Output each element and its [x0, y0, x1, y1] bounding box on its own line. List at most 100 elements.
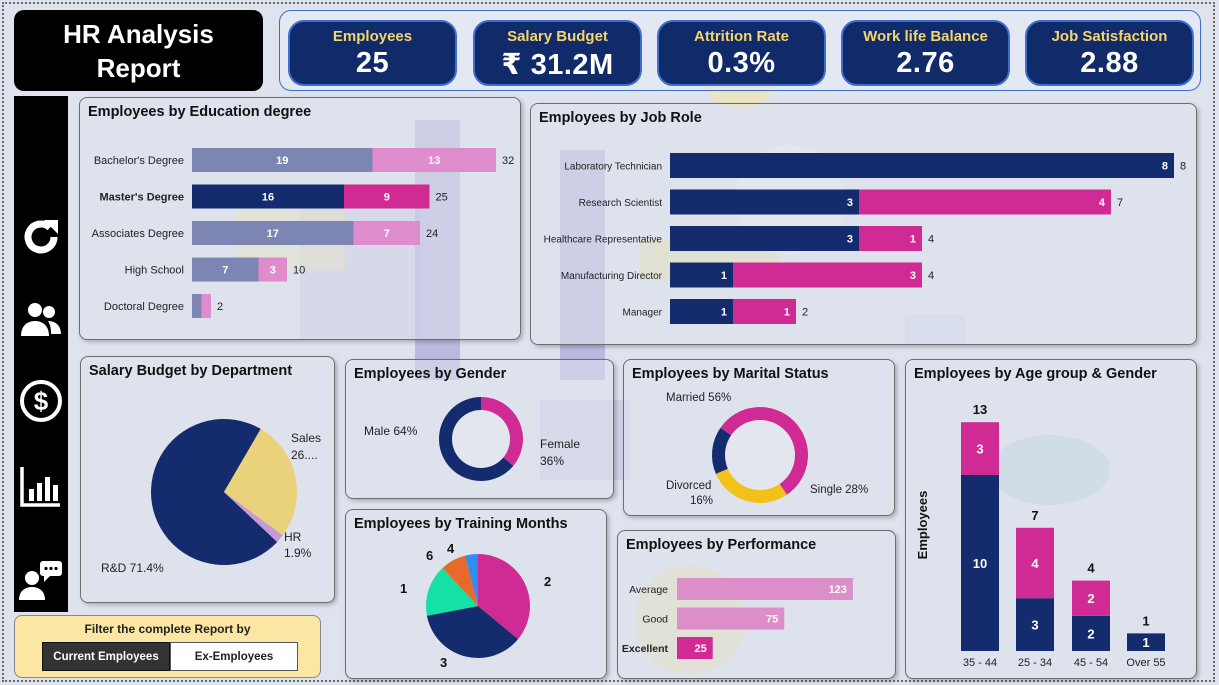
- total-label: 4: [928, 234, 934, 246]
- data-label: 25: [695, 643, 707, 655]
- panel-education: Employees by Education degree Bachelor's…: [79, 97, 521, 340]
- total-label: 2: [217, 301, 223, 313]
- pie-label-sales-value: 26....: [291, 448, 318, 462]
- data-label: 7: [384, 228, 390, 240]
- pie-label-hr: HR: [284, 530, 302, 544]
- pie-label-hr-value: 1.9%: [284, 546, 312, 560]
- category-label: Research Scientist: [579, 198, 663, 209]
- total-label: 4: [928, 270, 934, 282]
- panel-department: Salary Budget by Department R&D 71.4% Sal…: [80, 356, 335, 603]
- total-label: 7: [1117, 197, 1123, 209]
- kpi-label: Salary Budget: [507, 28, 608, 45]
- bar-chart-icon[interactable]: [18, 463, 64, 509]
- panel-training-months: Employees by Training Months 23164: [345, 509, 607, 679]
- svg-text:$: $: [34, 386, 49, 416]
- data-label: 3: [847, 234, 853, 246]
- category-label: High School: [125, 265, 184, 277]
- pie-label-rnd: R&D 71.4%: [101, 561, 164, 575]
- age-group-chart: Employees 10 3 13 35 - 44 3 4 7 25 - 34 2 2 4 45 - 5…: [915, 402, 1166, 669]
- bar-segment-series-a: [670, 189, 859, 215]
- data-label: 1: [784, 307, 790, 319]
- bar-segment-series-a: [192, 294, 202, 318]
- category-label: Bachelor's Degree: [94, 155, 184, 167]
- donut-hole: [725, 420, 795, 490]
- report-title-line1: HR Analysis: [63, 18, 214, 49]
- data-label: 10: [973, 556, 987, 571]
- bar: [677, 578, 853, 600]
- report-title: HR Analysis Report: [14, 10, 263, 91]
- education-chart: Bachelor's Degree 19 13 32Master's Degree 16…: [92, 148, 514, 318]
- data-label: 3: [976, 442, 983, 457]
- kpi-value: 25: [355, 47, 390, 79]
- user-chat-icon[interactable]: [18, 558, 64, 604]
- x-tick-label: 35 - 44: [963, 657, 997, 669]
- filter-ex-employees-button[interactable]: Ex-Employees: [170, 642, 298, 671]
- panel-performance: Employees by Performance Average 123 Good 7…: [617, 530, 896, 679]
- donut-label-single: Single 28%: [810, 484, 868, 496]
- data-label: 1: [910, 234, 916, 246]
- refresh-icon[interactable]: [18, 214, 64, 260]
- donut-label-married: Married 56%: [666, 392, 731, 404]
- data-label: 2: [1087, 626, 1094, 641]
- pie-label: 6: [426, 548, 433, 563]
- total-label: 32: [502, 155, 514, 167]
- category-label: Associates Degree: [92, 228, 184, 240]
- sidebar-nav: $: [14, 96, 68, 612]
- kpi-strip: Employees 25 Salary Budget ₹ 31.2M Attri…: [279, 10, 1201, 91]
- kpi-label: Attrition Rate: [694, 28, 789, 45]
- data-label: 16: [262, 192, 274, 204]
- data-label: 9: [384, 192, 390, 204]
- category-label: Manufacturing Director: [561, 271, 663, 282]
- people-icon[interactable]: [18, 296, 64, 342]
- data-label: 7: [222, 265, 228, 277]
- filter-current-employees-button[interactable]: Current Employees: [42, 642, 170, 671]
- panel-age-group: Employees by Age group & Gender Employee…: [905, 359, 1197, 679]
- data-label: 1: [721, 307, 727, 319]
- x-tick-label: 25 - 34: [1018, 657, 1052, 669]
- data-label: 3: [910, 270, 916, 282]
- category-label: Manager: [623, 308, 663, 319]
- gender-chart: Male 64% Female 36%: [364, 397, 580, 481]
- donut-label-male: Male 64%: [364, 424, 418, 438]
- total-label: 24: [426, 228, 438, 240]
- donut-label-divorced-value: 16%: [690, 495, 713, 507]
- report-filter: Filter the complete Report by Current Em…: [14, 615, 321, 678]
- y-axis-label: Employees: [915, 491, 930, 560]
- kpi-label: Job Satisfaction: [1051, 28, 1168, 45]
- marital-status-chart: Married 56% Single 28% Divorced 16%: [666, 392, 868, 507]
- total-label: 13: [973, 402, 987, 417]
- donut-label-divorced: Divorced: [666, 480, 711, 492]
- data-label: 8: [1162, 161, 1168, 173]
- kpi-card-work-life-balance: Work life Balance 2.76: [841, 20, 1010, 86]
- kpi-label: Work life Balance: [863, 28, 988, 45]
- x-tick-label: Over 55: [1126, 657, 1165, 669]
- kpi-value: 2.88: [1080, 47, 1139, 79]
- data-label: 17: [267, 228, 279, 240]
- category-label: Good: [642, 614, 668, 626]
- pie-label: 4: [447, 541, 455, 556]
- total-label: 25: [436, 192, 448, 204]
- department-chart: R&D 71.4% Sales 26.... HR 1.9%: [101, 419, 321, 575]
- pie-label: 2: [544, 574, 551, 589]
- panel-gender: Employees by Gender Male 64% Female 36%: [345, 359, 614, 499]
- data-label: 3: [847, 197, 853, 209]
- data-label: 1: [1142, 635, 1149, 650]
- x-tick-label: 45 - 54: [1074, 657, 1108, 669]
- pie-label: 1: [400, 581, 407, 596]
- total-label: 8: [1180, 161, 1186, 173]
- performance-chart: Average 123 Good 75 Excellent 25: [622, 578, 853, 659]
- category-label: Healthcare Representative: [544, 235, 663, 246]
- data-label: 123: [829, 584, 847, 596]
- kpi-card-job-satisfaction: Job Satisfaction 2.88: [1025, 20, 1194, 86]
- category-label: Laboratory Technician: [564, 162, 662, 173]
- pie-label: 3: [440, 655, 447, 670]
- pie-label-sales: Sales: [291, 431, 321, 445]
- filter-title: Filter the complete Report by: [84, 622, 251, 636]
- report-title-line2: Report: [96, 52, 181, 83]
- total-label: 7: [1031, 508, 1038, 523]
- kpi-card-employees: Employees 25: [288, 20, 457, 86]
- data-label: 75: [766, 614, 778, 626]
- dollar-icon[interactable]: $: [18, 378, 64, 424]
- data-label: 2: [1087, 591, 1094, 606]
- kpi-value: 0.3%: [707, 47, 776, 79]
